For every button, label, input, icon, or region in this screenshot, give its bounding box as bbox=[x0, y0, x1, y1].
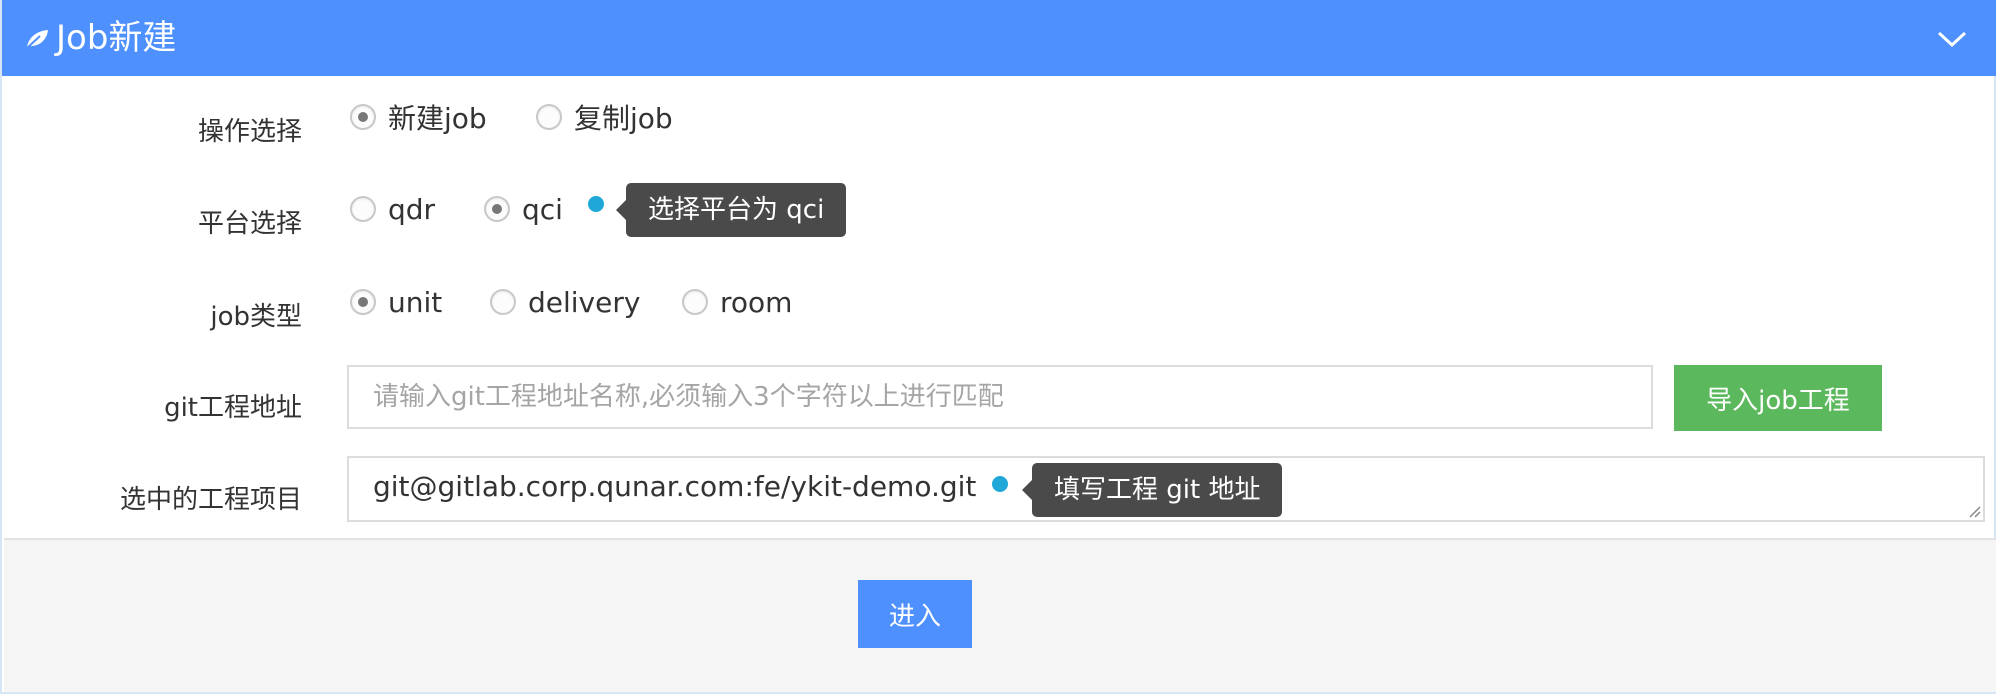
git-address-label: git工程地址 bbox=[164, 393, 302, 423]
import-job-button[interactable]: 导入job工程 bbox=[1674, 365, 1882, 431]
chevron-down-icon[interactable] bbox=[1936, 26, 1968, 52]
radio-label: qci bbox=[522, 192, 563, 226]
hint-dot-icon bbox=[992, 476, 1008, 492]
radio-copy-job[interactable]: 复制job bbox=[536, 97, 673, 137]
job-create-panel: Job新建 操作选择 新建job 复制job 平台选择 qdr qci 选择平台… bbox=[0, 0, 1996, 694]
panel-title: Job新建 bbox=[56, 18, 177, 58]
selected-project-value: git@gitlab.corp.qunar.com:fe/ykit-demo.g… bbox=[373, 470, 977, 503]
radio-delivery[interactable]: delivery bbox=[490, 282, 640, 322]
leaf-icon bbox=[25, 30, 48, 50]
radio-label: room bbox=[720, 285, 793, 319]
radio-button[interactable] bbox=[350, 196, 376, 222]
panel-header[interactable]: Job新建 bbox=[2, 0, 1996, 76]
radio-room[interactable]: room bbox=[682, 282, 792, 322]
radio-button[interactable] bbox=[682, 289, 708, 315]
enter-button[interactable]: 进入 bbox=[858, 580, 972, 648]
radio-label: qdr bbox=[388, 192, 436, 226]
hint-dot-icon bbox=[588, 196, 604, 212]
radio-button[interactable] bbox=[490, 289, 516, 315]
radio-new-job[interactable]: 新建job bbox=[350, 97, 487, 137]
radio-label: 新建job bbox=[388, 102, 487, 135]
radio-qdr[interactable]: qdr bbox=[350, 189, 435, 229]
platform-label: 平台选择 bbox=[197, 209, 302, 239]
radio-button-checked[interactable] bbox=[484, 196, 510, 222]
radio-qci[interactable]: qci bbox=[484, 189, 563, 229]
project-tooltip: 填写工程 git 地址 bbox=[1021, 463, 1283, 517]
radio-label: unit bbox=[388, 285, 443, 319]
radio-unit[interactable]: unit bbox=[350, 282, 442, 322]
radio-button-checked[interactable] bbox=[350, 289, 376, 315]
selected-project-label: 选中的工程项目 bbox=[119, 485, 302, 515]
job-type-label: job类型 bbox=[210, 302, 302, 332]
radio-label: 复制job bbox=[574, 102, 673, 135]
radio-button-checked[interactable] bbox=[350, 104, 376, 130]
git-address-input[interactable] bbox=[347, 365, 1653, 429]
platform-tooltip: 选择平台为 qci bbox=[615, 183, 847, 237]
radio-label: delivery bbox=[528, 285, 641, 319]
resize-handle-icon[interactable] bbox=[1967, 504, 1981, 518]
radio-button[interactable] bbox=[536, 104, 562, 130]
panel-footer bbox=[4, 538, 1996, 692]
operation-label: 操作选择 bbox=[197, 117, 302, 147]
